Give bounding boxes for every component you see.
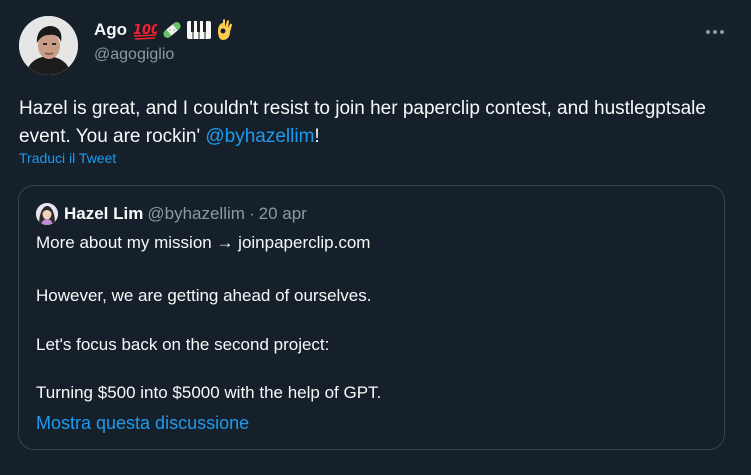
tweet-text-end: ! xyxy=(314,126,320,147)
tweet-text-main: Hazel is great, and I couldn't resist to… xyxy=(19,98,706,147)
quoted-author-name: Hazel Lim xyxy=(64,204,144,223)
quoted-text-line: Let's focus back on the second project: xyxy=(36,335,330,354)
bandage-icon xyxy=(161,20,183,40)
author-emojis: 100 xyxy=(133,19,235,41)
show-thread-link[interactable]: Mostra questa discussione xyxy=(36,413,249,434)
author-avatar[interactable] xyxy=(19,16,78,75)
more-options-button[interactable] xyxy=(700,18,730,44)
hundred-points-icon: 100 xyxy=(133,20,157,40)
mention-link[interactable]: @byhazellim xyxy=(205,126,314,147)
tweet: Ago 100 xyxy=(0,0,751,475)
author-name-row: Ago 100 xyxy=(94,19,235,41)
tweet-text: Hazel is great, and I couldn't resist to… xyxy=(19,95,719,151)
quoted-tweet-header: Hazel Lim @byhazellim · 20 apr xyxy=(36,203,307,225)
quoted-author-handle: @byhazellim xyxy=(147,204,245,223)
quoted-text-line: Turning $500 into $5000 with the help of… xyxy=(36,383,382,402)
author-handle[interactable]: @agogiglio xyxy=(94,46,174,64)
piano-keys-icon xyxy=(187,20,212,40)
quoted-text-line: However, we are getting ahead of ourselv… xyxy=(36,286,372,305)
separator-dot: · xyxy=(248,204,255,223)
quoted-tweet[interactable]: Hazel Lim @byhazellim · 20 apr More abou… xyxy=(18,185,725,450)
author-name[interactable]: Ago xyxy=(94,20,127,40)
translate-tweet-link[interactable]: Traduci il Tweet xyxy=(19,150,116,166)
quoted-author-avatar xyxy=(36,203,58,225)
quoted-tweet-date: 20 apr xyxy=(258,204,307,223)
more-icon xyxy=(705,22,725,40)
ok-hand-icon xyxy=(215,19,235,41)
quoted-text-line: More about my mission → joinpaperclip.co… xyxy=(36,233,371,252)
